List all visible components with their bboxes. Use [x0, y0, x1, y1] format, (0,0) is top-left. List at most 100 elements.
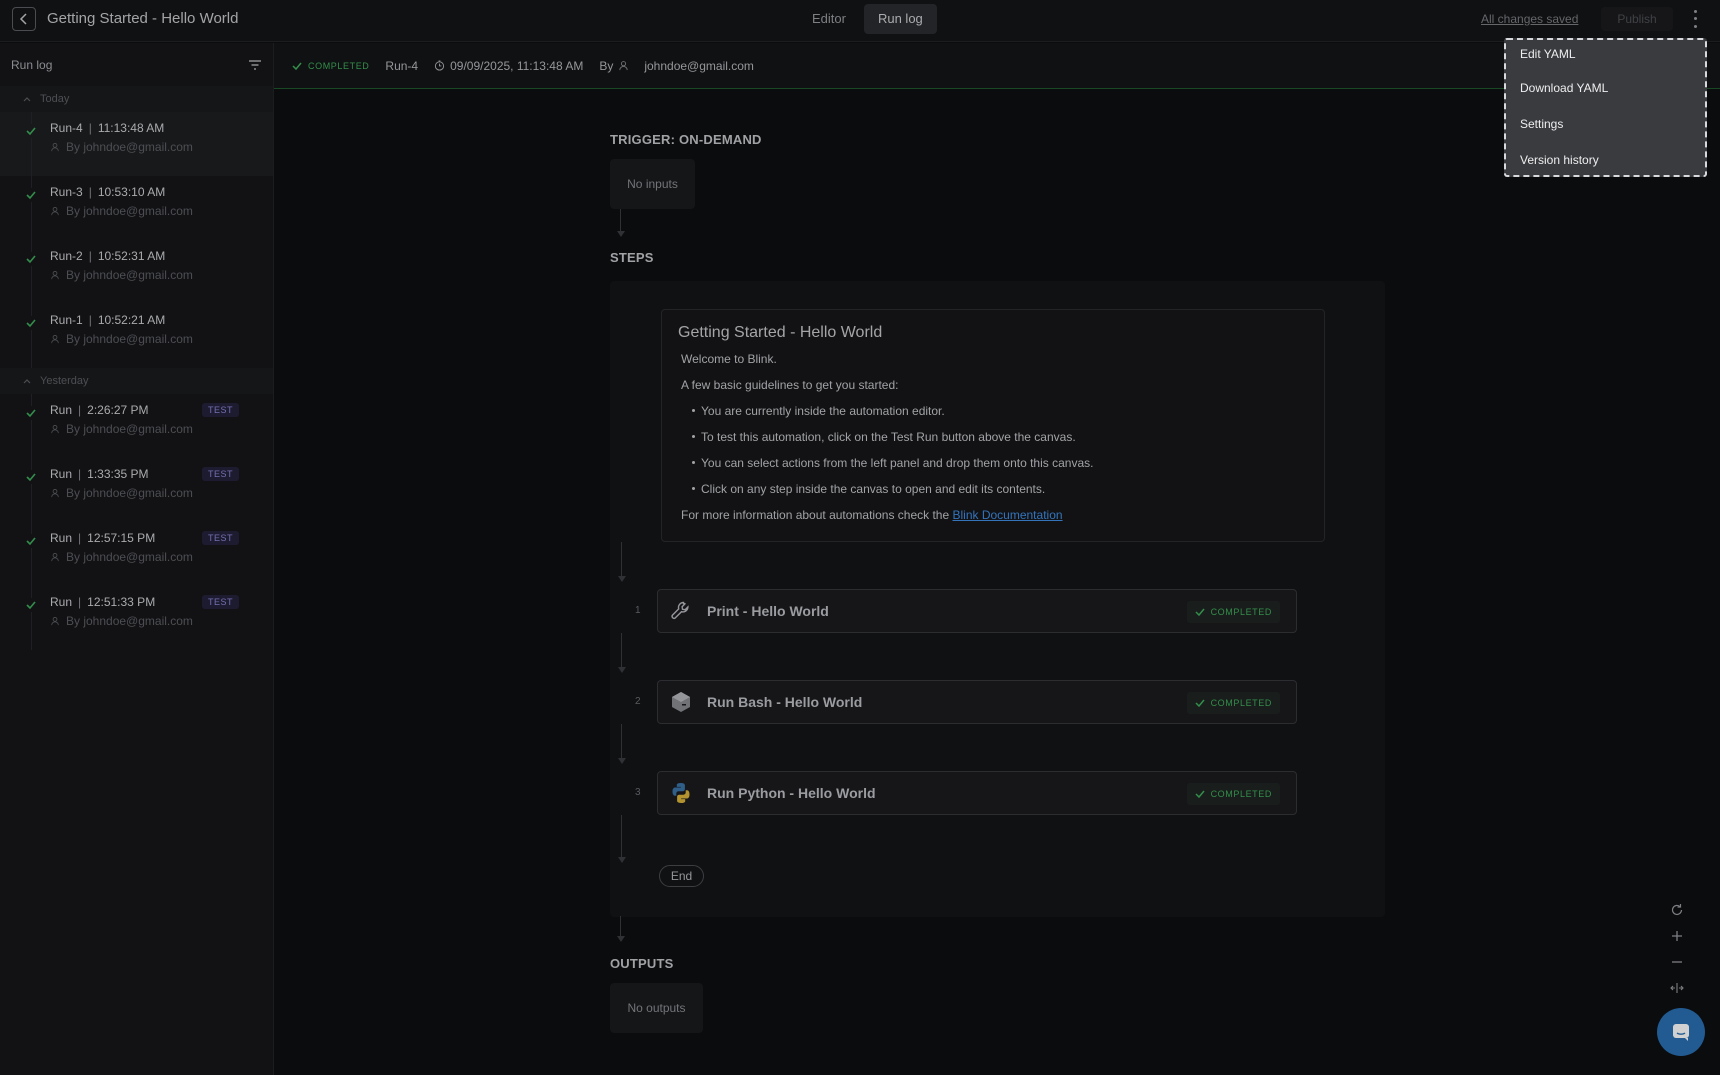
note-bullet: You are currently inside the automation …: [692, 404, 1308, 418]
user-icon: [51, 489, 59, 498]
step-card-bash[interactable]: Run Bash - Hello World COMPLETED: [657, 680, 1297, 724]
run-author: By johndoe@gmail.com: [50, 332, 273, 346]
step-status-text: COMPLETED: [1210, 789, 1272, 799]
connector-line: [620, 916, 621, 938]
run-groups: Today Run-4 | 11:13:48 AM By johndoe@gmail.c…: [0, 86, 273, 650]
run-list-item[interactable]: Run | 2:26:27 PM TEST By johndoe@gmail.com: [0, 394, 273, 458]
run-author: By johndoe@gmail.com: [50, 486, 273, 500]
run-name: Run: [50, 531, 73, 545]
run-author-text: By johndoe@gmail.com: [66, 140, 193, 154]
clock-icon: [435, 60, 445, 71]
reset-view-icon[interactable]: [1668, 902, 1686, 918]
run-time: 10:53:10 AM: [97, 185, 166, 199]
user-icon: [51, 143, 59, 152]
tab-editor[interactable]: Editor: [798, 4, 860, 34]
end-node[interactable]: End: [659, 865, 704, 887]
run-list-item[interactable]: Run-1 | 10:52:21 AM By johndoe@gmail.com: [0, 304, 273, 368]
fit-view-icon[interactable]: [1668, 980, 1686, 996]
run-author: By johndoe@gmail.com: [50, 204, 273, 218]
check-icon: [24, 534, 38, 548]
run-time: 11:13:48 AM: [97, 121, 165, 135]
user-icon: [51, 271, 59, 280]
connector-arrow: [618, 576, 626, 582]
run-group-header[interactable]: Today: [0, 86, 273, 112]
no-inputs-box[interactable]: No inputs: [610, 159, 695, 209]
run-time: 2:26:27 PM: [87, 403, 149, 417]
check-icon: [24, 316, 38, 330]
more-options-icon[interactable]: [1688, 8, 1702, 30]
menu-item-edit-yaml[interactable]: Edit YAML: [1506, 44, 1705, 70]
run-log-header: Run log: [0, 43, 273, 86]
run-list-item[interactable]: Run | 12:57:15 PM TEST By johndoe@gmail.com: [0, 522, 273, 586]
menu-item-version-history[interactable]: Version history: [1506, 142, 1705, 178]
note-welcome: Welcome to Blink.: [681, 352, 777, 366]
test-badge: TEST: [202, 467, 240, 481]
run-list-item[interactable]: Run | 12:51:33 PM TEST By johndoe@gmail.com: [0, 586, 273, 650]
chat-icon: [1673, 1024, 1689, 1041]
note-intro: A few basic guidelines to get you starte…: [681, 378, 899, 392]
no-outputs-box[interactable]: No outputs: [610, 983, 703, 1033]
options-menu: Edit YAML Download YAML Settings Version…: [1504, 38, 1707, 177]
run-list-item[interactable]: Run-2 | 10:52:31 AM By johndoe@gmail.com: [0, 240, 273, 304]
run-author: By johndoe@gmail.com: [50, 268, 273, 282]
check-icon: [292, 62, 302, 70]
back-button[interactable]: [12, 7, 36, 31]
connector-arrow: [617, 231, 625, 237]
timeline-line: [31, 240, 32, 304]
step-status-text: COMPLETED: [1210, 698, 1272, 708]
wrench-icon: [668, 598, 694, 624]
filter-icon[interactable]: [248, 58, 262, 72]
run-author-text: By johndoe@gmail.com: [66, 204, 193, 218]
page-title: Getting Started - Hello World: [47, 10, 239, 27]
run-author-text: By johndoe@gmail.com: [66, 614, 193, 628]
separator: |: [78, 595, 82, 609]
note-card[interactable]: Getting Started - Hello World Welcome to…: [661, 309, 1325, 542]
run-list-item[interactable]: Run | 1:33:35 PM TEST By johndoe@gmail.com: [0, 458, 273, 522]
connector-arrow: [617, 936, 625, 942]
connector-line: [621, 633, 622, 669]
tab-run-log[interactable]: Run log: [863, 4, 937, 34]
separator: |: [78, 467, 82, 481]
timeline-line: [31, 304, 32, 368]
zoom-out-icon[interactable]: [1668, 954, 1686, 970]
run-group-header[interactable]: Yesterday: [0, 368, 273, 394]
by-label: By: [599, 58, 614, 73]
step-card-print[interactable]: Print - Hello World COMPLETED: [657, 589, 1297, 633]
step-card-python[interactable]: Run Python - Hello World COMPLETED: [657, 771, 1297, 815]
run-title: Run-1 | 10:52:21 AM: [50, 311, 273, 329]
test-badge: TEST: [202, 403, 240, 417]
note-bullet: To test this automation, click on the Te…: [692, 430, 1308, 444]
workflow-canvas[interactable]: TRIGGER: ON-DEMAND No inputs STEPS Getti…: [274, 90, 1720, 1075]
chevron-up-icon: [23, 97, 31, 102]
run-list-item[interactable]: Run-3 | 10:53:10 AM By johndoe@gmail.com: [0, 176, 273, 240]
trigger-label: TRIGGER: ON-DEMAND: [610, 132, 762, 147]
note-title: Getting Started - Hello World: [678, 324, 883, 341]
note-guidelines: You are currently inside the automation …: [692, 404, 1308, 496]
docs-link[interactable]: Blink Documentation: [952, 508, 1062, 522]
step-number: 3: [635, 787, 641, 798]
chevron-up-icon: [23, 379, 31, 384]
publish-button[interactable]: Publish: [1601, 7, 1673, 31]
check-icon: [1195, 699, 1205, 708]
run-author-text: By johndoe@gmail.com: [66, 268, 193, 282]
timestamp-text: 09/09/2025, 11:13:48 AM: [450, 58, 584, 73]
save-status-link[interactable]: All changes saved: [1481, 12, 1578, 26]
zoom-in-icon[interactable]: [1668, 928, 1686, 944]
timeline-line: [31, 586, 32, 650]
run-name: Run: [50, 467, 73, 481]
step-status-text: COMPLETED: [1210, 607, 1272, 617]
top-bar: Getting Started - Hello World Editor Run…: [0, 0, 1720, 42]
bash-icon: [668, 689, 694, 715]
separator: |: [88, 313, 92, 327]
timeline-line: [31, 458, 32, 522]
user-icon: [51, 617, 59, 626]
run-log-title: Run log: [11, 57, 53, 72]
run-name: Run-4: [50, 121, 83, 135]
run-author: By johndoe@gmail.com: [50, 550, 273, 564]
run-name: Run: [50, 595, 73, 609]
menu-item-download-yaml[interactable]: Download YAML: [1506, 70, 1705, 106]
chat-support-button[interactable]: [1657, 1008, 1705, 1056]
menu-item-settings[interactable]: Settings: [1506, 106, 1705, 142]
separator: |: [88, 249, 92, 263]
run-list-item[interactable]: Run-4 | 11:13:48 AM By johndoe@gmail.com: [0, 112, 273, 176]
